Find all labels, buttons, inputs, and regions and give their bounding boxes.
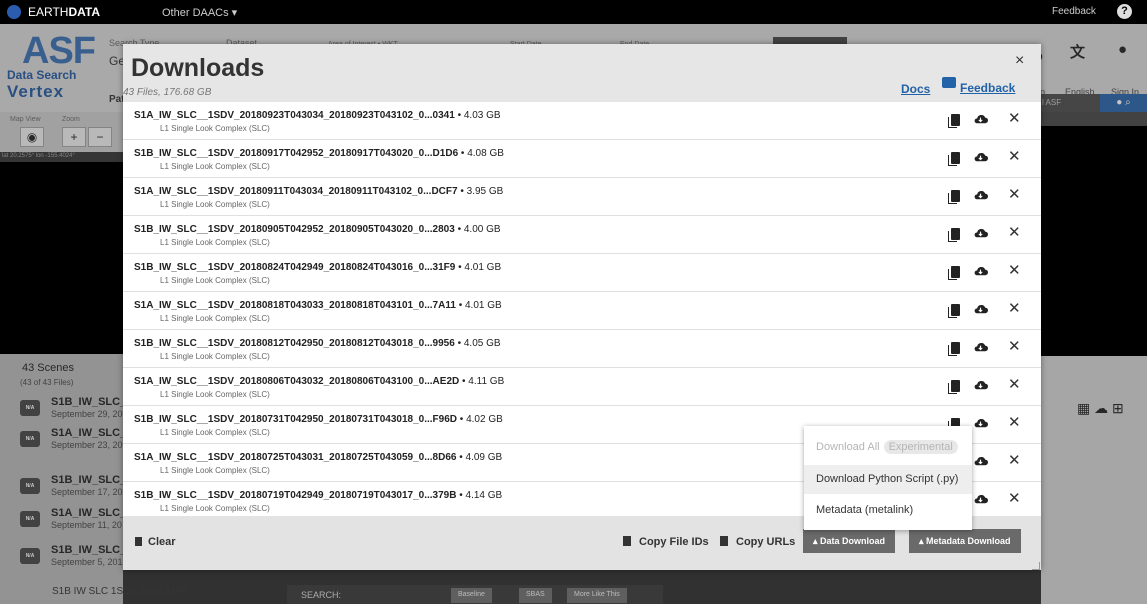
feedback-icon[interactable] bbox=[942, 77, 956, 88]
remove-icon[interactable]: ✕ bbox=[1008, 261, 1021, 279]
feedback-link[interactable]: Feedback bbox=[960, 81, 1015, 95]
cloud-download-icon[interactable] bbox=[973, 453, 988, 468]
file-name: S1A_IW_SLC__1SDV_20180911T043034_2018091… bbox=[134, 186, 504, 197]
data-download-menu: Download All Experimental Download Python… bbox=[804, 426, 972, 530]
product-type: L1 Single Look Complex (SLC) bbox=[160, 162, 270, 171]
copy-icon[interactable] bbox=[948, 190, 960, 204]
cloud-download-icon[interactable] bbox=[973, 339, 988, 354]
data-download-button[interactable]: ▴ Data Download bbox=[803, 529, 896, 553]
other-daacs-menu[interactable]: Other DAACs ▾ bbox=[162, 6, 237, 19]
copy-icon[interactable] bbox=[948, 304, 960, 318]
resize-handle-icon[interactable] bbox=[1032, 562, 1040, 570]
copy-urls-button[interactable]: Copy URLs bbox=[720, 536, 795, 548]
file-name: S1B_IW_SLC__1SDV_20180719T042949_2018071… bbox=[134, 490, 503, 501]
download-all-option: Download All Experimental bbox=[804, 432, 972, 461]
copy-icon bbox=[720, 536, 728, 546]
earthdata-topbar: EARTHDATA Other DAACs ▾ Feedback ? bbox=[0, 0, 1147, 24]
cloud-download-icon[interactable] bbox=[973, 187, 988, 202]
file-name: S1B_IW_SLC__1SDV_20180731T042950_2018073… bbox=[134, 414, 503, 425]
remove-icon[interactable]: ✕ bbox=[1008, 489, 1021, 507]
remove-icon[interactable]: ✕ bbox=[1008, 375, 1021, 393]
remove-icon[interactable]: ✕ bbox=[1008, 185, 1021, 203]
download-python-script-option[interactable]: Download Python Script (.py) bbox=[804, 465, 972, 494]
cloud-download-icon[interactable] bbox=[973, 111, 988, 126]
cloud-download-icon[interactable] bbox=[973, 149, 988, 164]
product-type: L1 Single Look Complex (SLC) bbox=[160, 314, 270, 323]
file-name: S1B_IW_SLC__1SDV_20180905T042952_2018090… bbox=[134, 224, 501, 235]
trash-icon bbox=[135, 537, 142, 546]
file-name: S1B_IW_SLC__1SDV_20180812T042950_2018081… bbox=[134, 338, 501, 349]
table-row: S1B_IW_SLC__1SDV_20180824T042949_2018082… bbox=[123, 254, 1041, 292]
product-type: L1 Single Look Complex (SLC) bbox=[160, 390, 270, 399]
remove-icon[interactable]: ✕ bbox=[1008, 337, 1021, 355]
table-row: S1B_IW_SLC__1SDV_20180905T042952_2018090… bbox=[123, 216, 1041, 254]
product-type: L1 Single Look Complex (SLC) bbox=[160, 200, 270, 209]
metalink-option[interactable]: Metadata (metalink) bbox=[804, 496, 972, 525]
remove-icon[interactable]: ✕ bbox=[1008, 109, 1021, 127]
dialog-title: Downloads bbox=[131, 54, 265, 82]
close-icon[interactable]: × bbox=[1015, 52, 1024, 70]
remove-icon[interactable]: ✕ bbox=[1008, 299, 1021, 317]
product-type: L1 Single Look Complex (SLC) bbox=[160, 124, 270, 133]
help-icon[interactable]: ? bbox=[1117, 4, 1132, 19]
copy-icon bbox=[623, 536, 631, 546]
table-row: S1A_IW_SLC__1SDV_20180911T043034_2018091… bbox=[123, 178, 1041, 216]
file-name: S1A_IW_SLC__1SDV_20180806T043032_2018080… bbox=[134, 376, 505, 387]
cloud-download-icon[interactable] bbox=[973, 415, 988, 430]
table-row: S1A_IW_SLC__1SDV_20180923T043034_2018092… bbox=[123, 102, 1041, 140]
cloud-download-icon[interactable] bbox=[973, 301, 988, 316]
clear-button[interactable]: Clear bbox=[135, 536, 176, 548]
copy-icon[interactable] bbox=[948, 342, 960, 356]
file-name: S1B_IW_SLC__1SDV_20180917T042952_2018091… bbox=[134, 148, 504, 159]
remove-icon[interactable]: ✕ bbox=[1008, 451, 1021, 469]
cloud-download-icon[interactable] bbox=[973, 491, 988, 506]
table-row: S1A_IW_SLC__1SDV_20180818T043033_2018081… bbox=[123, 292, 1041, 330]
cloud-download-icon[interactable] bbox=[973, 225, 988, 240]
cloud-download-icon[interactable] bbox=[973, 377, 988, 392]
copy-file-ids-button[interactable]: Copy File IDs bbox=[623, 536, 709, 548]
nasa-logo-icon bbox=[7, 5, 21, 19]
file-name: S1A_IW_SLC__1SDV_20180923T043034_2018092… bbox=[134, 110, 501, 121]
table-row: S1B_IW_SLC__1SDV_20180812T042950_2018081… bbox=[123, 330, 1041, 368]
file-name: S1B_IW_SLC__1SDV_20180824T042949_2018082… bbox=[134, 262, 502, 273]
downloads-header: Downloads 43 Files, 176.68 GB Docs Feedb… bbox=[123, 44, 1041, 102]
earthdata-brand[interactable]: EARTHDATA bbox=[28, 5, 100, 19]
copy-icon[interactable] bbox=[948, 228, 960, 242]
copy-icon[interactable] bbox=[948, 380, 960, 394]
product-type: L1 Single Look Complex (SLC) bbox=[160, 238, 270, 247]
remove-icon[interactable]: ✕ bbox=[1008, 413, 1021, 431]
product-type: L1 Single Look Complex (SLC) bbox=[160, 428, 270, 437]
table-row: S1A_IW_SLC__1SDV_20180806T043032_2018080… bbox=[123, 368, 1041, 406]
product-type: L1 Single Look Complex (SLC) bbox=[160, 504, 270, 513]
remove-icon[interactable]: ✕ bbox=[1008, 223, 1021, 241]
product-type: L1 Single Look Complex (SLC) bbox=[160, 352, 270, 361]
copy-icon[interactable] bbox=[948, 114, 960, 128]
copy-icon[interactable] bbox=[948, 266, 960, 280]
cloud-download-icon[interactable] bbox=[973, 263, 988, 278]
experimental-badge: Experimental bbox=[883, 440, 958, 454]
metadata-download-button[interactable]: ▴ Metadata Download bbox=[909, 529, 1021, 553]
table-row: S1B_IW_SLC__1SDV_20180917T042952_2018091… bbox=[123, 140, 1041, 178]
docs-link[interactable]: Docs bbox=[901, 82, 930, 96]
product-type: L1 Single Look Complex (SLC) bbox=[160, 466, 270, 475]
remove-icon[interactable]: ✕ bbox=[1008, 147, 1021, 165]
product-type: L1 Single Look Complex (SLC) bbox=[160, 276, 270, 285]
file-name: S1A_IW_SLC__1SDV_20180818T043033_2018081… bbox=[134, 300, 502, 311]
copy-icon[interactable] bbox=[948, 152, 960, 166]
files-summary: 43 Files, 176.68 GB bbox=[123, 87, 212, 98]
topbar-feedback-link[interactable]: Feedback bbox=[1052, 6, 1096, 17]
file-name: S1A_IW_SLC__1SDV_20180725T043031_2018072… bbox=[134, 452, 503, 463]
